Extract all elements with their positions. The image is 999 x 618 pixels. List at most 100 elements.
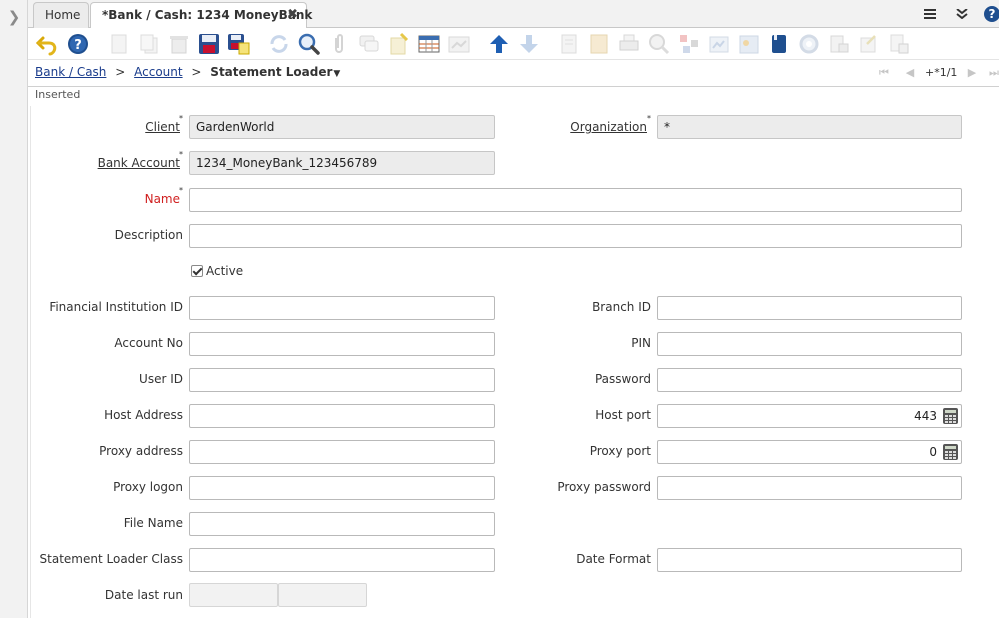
calculator-icon[interactable] bbox=[943, 444, 958, 460]
password-input[interactable] bbox=[657, 368, 962, 392]
bank-account-field[interactable]: 1234_MoneyBank_123456789 bbox=[189, 151, 495, 175]
date-format-input[interactable] bbox=[657, 548, 962, 572]
client-label[interactable]: Client bbox=[145, 115, 180, 139]
tab-bank-cash-label: *Bank / Cash: 1234 MoneyBank bbox=[102, 8, 313, 22]
record-count: +*1/1 bbox=[925, 66, 958, 79]
print-icon[interactable] bbox=[617, 32, 641, 56]
hamburger-icon[interactable] bbox=[921, 5, 939, 23]
request-icon[interactable] bbox=[797, 32, 821, 56]
account-no-label: Account No bbox=[114, 336, 183, 350]
active-checkbox[interactable] bbox=[191, 265, 203, 277]
required-marker: * bbox=[179, 186, 183, 195]
breadcrumb-account[interactable]: Account bbox=[134, 65, 182, 79]
proxy-password-label: Proxy password bbox=[557, 480, 651, 494]
breadcrumb-separator: > bbox=[191, 65, 202, 79]
proxy-address-label: Proxy address bbox=[99, 444, 183, 458]
export-icon[interactable] bbox=[857, 32, 881, 56]
date-format-label: Date Format bbox=[576, 552, 651, 566]
double-chevron-down-icon[interactable] bbox=[953, 5, 971, 23]
first-record-icon[interactable]: ⏮ bbox=[877, 65, 891, 81]
breadcrumb-current[interactable]: Statement Loader▼ bbox=[210, 65, 340, 79]
undo-icon[interactable] bbox=[35, 32, 59, 56]
account-no-input[interactable] bbox=[189, 332, 495, 356]
active-label[interactable]: Active bbox=[206, 264, 243, 278]
required-marker: * bbox=[647, 114, 651, 123]
last-record-icon[interactable]: ⏭ bbox=[989, 65, 999, 81]
find-icon[interactable] bbox=[297, 32, 321, 56]
lock-icon[interactable] bbox=[827, 32, 851, 56]
previous-record-icon[interactable]: ◀ bbox=[903, 65, 917, 81]
breadcrumb-separator: > bbox=[115, 65, 126, 79]
description-label: Description bbox=[114, 228, 183, 242]
new-record-icon[interactable] bbox=[107, 32, 131, 56]
archive-icon[interactable] bbox=[557, 32, 581, 56]
archived-documents-icon[interactable] bbox=[707, 32, 731, 56]
tab-home[interactable]: Home bbox=[33, 2, 89, 28]
financial-institution-id-label: Financial Institution ID bbox=[49, 300, 183, 314]
host-address-input[interactable] bbox=[189, 404, 495, 428]
organization-label[interactable]: Organization bbox=[570, 115, 647, 139]
proxy-password-input[interactable] bbox=[657, 476, 962, 500]
svg-text:?: ? bbox=[74, 38, 82, 53]
refresh-icon[interactable] bbox=[267, 32, 291, 56]
parent-record-icon[interactable] bbox=[487, 32, 511, 56]
caret-down-icon: ▼ bbox=[333, 69, 341, 79]
proxy-address-input[interactable] bbox=[189, 440, 495, 464]
workflow-icon[interactable] bbox=[677, 32, 701, 56]
organization-field[interactable]: * bbox=[657, 115, 962, 139]
detail-record-icon[interactable] bbox=[517, 32, 541, 56]
attachment-icon[interactable] bbox=[327, 32, 351, 56]
help-icon[interactable]: ? bbox=[984, 6, 999, 22]
close-tab-icon[interactable]: ✖ bbox=[287, 3, 298, 27]
password-label: Password bbox=[594, 372, 651, 386]
financial-institution-id-input[interactable] bbox=[189, 296, 495, 320]
tab-bank-cash[interactable]: *Bank / Cash: 1234 MoneyBank ✖ bbox=[90, 2, 312, 29]
file-name-label: File Name bbox=[123, 516, 183, 530]
help-icon[interactable]: ? bbox=[66, 32, 90, 56]
branch-id-label: Branch ID bbox=[592, 300, 651, 314]
print-preview-icon[interactable] bbox=[587, 32, 611, 56]
name-input[interactable] bbox=[189, 188, 962, 212]
pin-input[interactable] bbox=[657, 332, 962, 356]
toolbar: ? bbox=[28, 28, 999, 60]
statement-loader-class-label: Statement Loader Class bbox=[39, 552, 183, 566]
host-address-label: Host Address bbox=[104, 408, 183, 422]
grid-toggle-icon[interactable] bbox=[417, 32, 441, 56]
name-label: Name bbox=[144, 192, 180, 206]
breadcrumb-bank-cash[interactable]: Bank / Cash bbox=[35, 65, 106, 79]
proxy-logon-label: Proxy logon bbox=[113, 480, 183, 494]
chat-icon[interactable] bbox=[357, 32, 381, 56]
process-icon[interactable] bbox=[767, 32, 791, 56]
user-id-input[interactable] bbox=[189, 368, 495, 392]
bank-account-label[interactable]: Bank Account bbox=[98, 151, 180, 175]
next-record-icon[interactable]: ▶ bbox=[965, 65, 979, 81]
file-name-input[interactable] bbox=[189, 512, 495, 536]
proxy-logon-input[interactable] bbox=[189, 476, 495, 500]
required-marker: * bbox=[179, 150, 183, 159]
calculator-icon[interactable] bbox=[943, 408, 958, 424]
date-last-run-label: Date last run bbox=[104, 588, 183, 602]
pin-label: PIN bbox=[631, 336, 651, 350]
translate-icon[interactable] bbox=[737, 32, 761, 56]
expand-panel-chevron-icon[interactable]: ❯ bbox=[6, 8, 22, 26]
delete-icon[interactable] bbox=[167, 32, 191, 56]
save-icon[interactable] bbox=[197, 32, 221, 56]
client-field[interactable]: GardenWorld bbox=[189, 115, 495, 139]
proxy-port-field[interactable]: 0 bbox=[657, 440, 962, 464]
proxy-port-value: 0 bbox=[929, 445, 937, 459]
host-port-field[interactable]: 443 bbox=[657, 404, 962, 428]
description-input[interactable] bbox=[189, 224, 962, 248]
host-port-value: 443 bbox=[914, 409, 937, 423]
branch-id-input[interactable] bbox=[657, 296, 962, 320]
breadcrumb: Bank / Cash > Account > Statement Loader… bbox=[35, 65, 340, 79]
statement-loader-class-input[interactable] bbox=[189, 548, 495, 572]
attachments-list-icon[interactable] bbox=[887, 32, 911, 56]
product-info-icon[interactable] bbox=[647, 32, 671, 56]
required-marker: * bbox=[179, 114, 183, 123]
date-last-run-time bbox=[278, 583, 367, 607]
copy-record-icon[interactable] bbox=[137, 32, 161, 56]
save-and-create-icon[interactable] bbox=[227, 32, 251, 56]
report-icon[interactable] bbox=[387, 32, 411, 56]
date-last-run-date bbox=[189, 583, 278, 607]
zoom-across-icon[interactable] bbox=[447, 32, 471, 56]
